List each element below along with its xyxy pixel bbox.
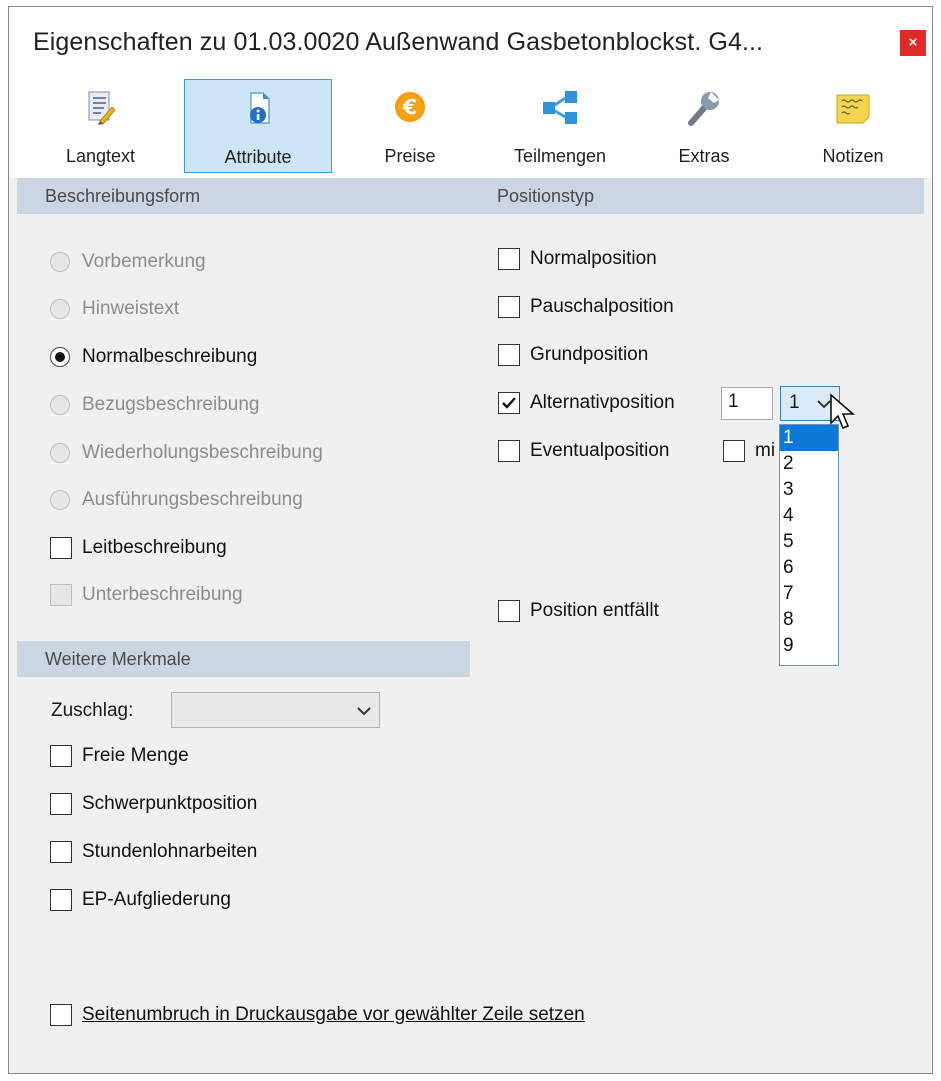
dropdown-option[interactable]: 5 bbox=[780, 529, 838, 555]
alternative-group-dropdown[interactable]: 1 2 3 4 5 6 7 8 9 bbox=[779, 424, 839, 666]
radio-label: Normalbeschreibung bbox=[82, 346, 258, 367]
checkbox-box bbox=[50, 793, 72, 815]
toolbar: Langtext Attribute € Preise Teilmengen E… bbox=[9, 75, 932, 178]
checkbox-label: mi bbox=[755, 440, 776, 461]
tab-notizen[interactable]: Notizen bbox=[783, 79, 923, 173]
checkbox-box bbox=[50, 584, 72, 606]
checkbox-box bbox=[498, 440, 520, 462]
properties-window: Eigenschaften zu 01.03.0020 Außenwand Ga… bbox=[8, 6, 933, 1074]
checkbox-box bbox=[50, 841, 72, 863]
checkbox-label: Schwerpunktposition bbox=[82, 793, 258, 814]
checkbox-box bbox=[498, 296, 520, 318]
info-document-icon bbox=[185, 90, 331, 128]
radio-circle bbox=[50, 299, 70, 319]
checkbox-box bbox=[498, 600, 520, 622]
dropdown-option[interactable]: 7 bbox=[780, 581, 838, 607]
wrench-icon bbox=[649, 89, 759, 127]
window-title: Eigenschaften zu 01.03.0020 Außenwand Ga… bbox=[33, 28, 764, 56]
checkbox-box bbox=[50, 889, 72, 911]
header-beschreibungsform: Beschreibungsform bbox=[17, 178, 470, 214]
checkbox-label: Stundenlohnarbeiten bbox=[82, 841, 258, 862]
radio-circle-selected bbox=[50, 347, 70, 367]
radio-circle bbox=[50, 252, 70, 272]
tab-extras-label: Extras bbox=[678, 146, 730, 166]
radio-circle bbox=[50, 443, 70, 463]
document-pencil-icon bbox=[48, 89, 153, 127]
checkbox-label: Eventualposition bbox=[530, 440, 670, 461]
checkbox-label: Freie Menge bbox=[82, 745, 189, 766]
radio-label: Wiederholungsbeschreibung bbox=[82, 442, 323, 463]
checkbox-label: EP-Aufgliederung bbox=[82, 889, 231, 910]
checkbox-box bbox=[50, 537, 72, 559]
alternative-group-value: 1 bbox=[789, 392, 800, 413]
alternative-number-input[interactable]: 1 bbox=[721, 387, 773, 420]
checkbox-label: Pauschalposition bbox=[530, 296, 674, 317]
euro-icon: € bbox=[345, 89, 475, 127]
tab-langtext[interactable]: Langtext bbox=[48, 79, 153, 173]
checkbox-label: Unterbeschreibung bbox=[82, 584, 243, 605]
dropdown-option[interactable]: 8 bbox=[780, 607, 838, 633]
tab-extras[interactable]: Extras bbox=[649, 79, 759, 173]
svg-text:€: € bbox=[402, 95, 417, 119]
header-positionstyp-band: Positionstyp bbox=[470, 178, 924, 214]
mouse-pointer-icon bbox=[830, 393, 856, 430]
checkbox-box bbox=[50, 745, 72, 767]
checkbox-label: Alternativposition bbox=[530, 392, 675, 413]
checkbox-box bbox=[498, 248, 520, 270]
radio-label: Bezugsbeschreibung bbox=[82, 394, 260, 415]
chevron-down-icon bbox=[357, 707, 371, 716]
tab-preise-label: Preise bbox=[384, 146, 436, 166]
dropdown-option[interactable]: 9 bbox=[780, 633, 838, 659]
dropdown-option[interactable]: 6 bbox=[780, 555, 838, 581]
checkbox-box-checked bbox=[498, 392, 520, 414]
checkbox-label: Leitbeschreibung bbox=[82, 537, 227, 558]
radio-circle bbox=[50, 490, 70, 510]
checkbox-label: Position entfällt bbox=[530, 600, 659, 621]
dropdown-option[interactable]: 3 bbox=[780, 477, 838, 503]
dropdown-option[interactable]: 4 bbox=[780, 503, 838, 529]
checkbox-label: Normalposition bbox=[530, 248, 657, 269]
sticky-note-icon bbox=[783, 89, 923, 127]
radio-label: Hinweistext bbox=[82, 298, 180, 319]
share-hierarchy-icon bbox=[485, 89, 635, 127]
tab-teilmengen[interactable]: Teilmengen bbox=[485, 79, 635, 173]
zuschlag-select[interactable] bbox=[171, 692, 380, 728]
radio-label: Vorbemerkung bbox=[82, 251, 206, 272]
checkbox-label: Seitenumbruch in Druckausgabe vor gewähl… bbox=[82, 1004, 585, 1025]
tab-notizen-label: Notizen bbox=[822, 146, 884, 166]
tab-teilmengen-label: Teilmengen bbox=[513, 146, 607, 166]
header-positionstyp: Positionstyp bbox=[497, 186, 595, 206]
checkmark-icon bbox=[502, 397, 516, 409]
tab-attribute-label: Attribute bbox=[224, 147, 292, 167]
tab-preise[interactable]: € Preise bbox=[345, 79, 475, 173]
title-bar[interactable]: Eigenschaften zu 01.03.0020 Außenwand Ga… bbox=[9, 7, 932, 75]
tab-langtext-label: Langtext bbox=[65, 146, 136, 166]
close-button[interactable]: × bbox=[900, 30, 926, 56]
header-weitere-merkmale: Weitere Merkmale bbox=[17, 641, 470, 677]
dropdown-option[interactable]: 2 bbox=[780, 451, 838, 477]
checkbox-box bbox=[50, 1004, 72, 1026]
checkbox-box bbox=[723, 440, 745, 462]
radio-circle bbox=[50, 395, 70, 415]
zuschlag-label: Zuschlag: bbox=[51, 700, 134, 721]
radio-label: Ausführungsbeschreibung bbox=[82, 489, 303, 510]
checkbox-box bbox=[498, 344, 520, 366]
checkbox-label: Grundposition bbox=[530, 344, 649, 365]
tab-attribute[interactable]: Attribute bbox=[184, 79, 332, 173]
